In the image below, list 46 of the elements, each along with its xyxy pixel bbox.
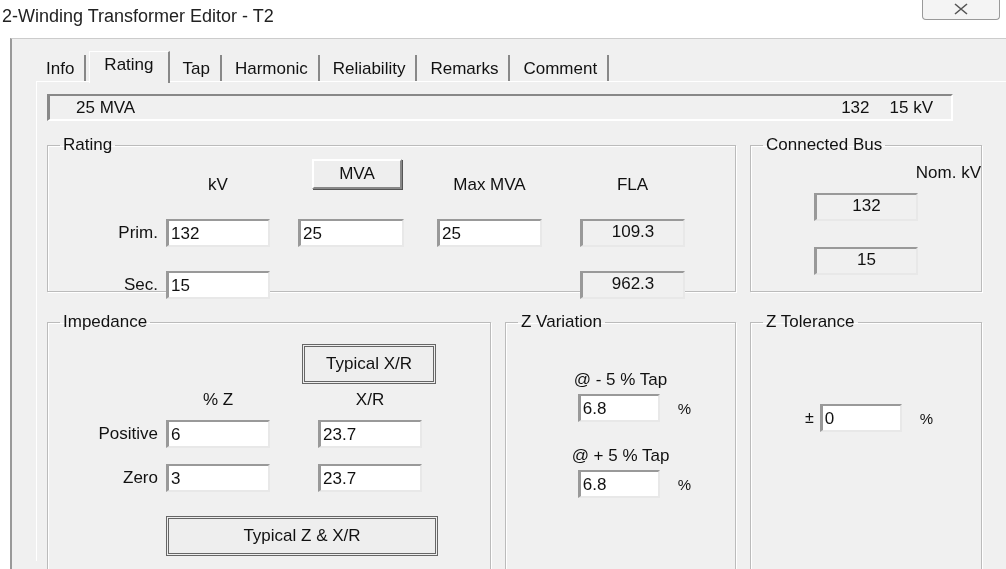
- tab[interactable]: Rating: [89, 51, 170, 83]
- kv-field[interactable]: 15: [166, 271, 270, 299]
- nominal-kv-field: 15: [814, 247, 918, 275]
- mva-field[interactable]: 25: [298, 219, 404, 247]
- column-label: Max MVA: [452, 175, 527, 195]
- tolerance-field[interactable]: 0: [819, 404, 902, 432]
- row-label: Prim.: [117, 223, 159, 243]
- group-title: Impedance: [62, 312, 149, 332]
- xr-field[interactable]: 23.7: [318, 464, 422, 492]
- fla-field: 109.3: [580, 219, 685, 247]
- kv-field[interactable]: 132: [166, 219, 270, 247]
- nominal-kv-field: 132: [814, 193, 918, 221]
- unit-label: %: [919, 409, 934, 427]
- xr-field[interactable]: 23.7: [318, 420, 422, 448]
- variation-field[interactable]: 6.8: [577, 470, 660, 498]
- column-label: Nom. kV: [915, 163, 981, 183]
- tap-label: @ + 5 % Tap: [571, 446, 670, 466]
- column-label: X/R: [354, 390, 386, 410]
- close-icon: [953, 3, 969, 15]
- summary-primary-kv: 132: [841, 97, 870, 118]
- unit-label: %: [677, 399, 692, 417]
- group-title: Z Tolerance: [765, 312, 856, 332]
- max-mva-field[interactable]: 25: [437, 219, 542, 247]
- row-label: Sec.: [122, 275, 159, 295]
- impedance-field[interactable]: 6: [166, 420, 270, 448]
- column-label: kV: [207, 175, 229, 195]
- close-button[interactable]: [922, 0, 1000, 20]
- summary-secondary-kv: 15 kV: [889, 97, 933, 118]
- tap-label: @ - 5 % Tap: [573, 370, 668, 390]
- row-label: Positive: [97, 424, 159, 444]
- group-title: Rating: [62, 135, 114, 155]
- column-label: % Z: [201, 390, 235, 410]
- summary-rating: 25 MVA: [76, 97, 136, 118]
- unit-label: %: [677, 475, 692, 493]
- column-label: FLA: [615, 175, 650, 195]
- mva-button[interactable]: MVA: [312, 159, 402, 189]
- typical-xr-button[interactable]: Typical X/R: [302, 344, 436, 384]
- group-title: Z Variation: [520, 312, 603, 332]
- typical-z-button[interactable]: Typical Z & X/R: [166, 516, 438, 556]
- fla-field: 962.3: [580, 271, 685, 299]
- variation-field[interactable]: 6.8: [577, 394, 660, 422]
- impedance-field[interactable]: 3: [166, 464, 270, 492]
- window-title: 2-Winding Transformer Editor - T2: [1, 5, 274, 27]
- plus-minus-label: ±: [805, 409, 814, 427]
- row-label: Zero: [122, 468, 159, 488]
- group-title: Connected Bus: [765, 135, 884, 155]
